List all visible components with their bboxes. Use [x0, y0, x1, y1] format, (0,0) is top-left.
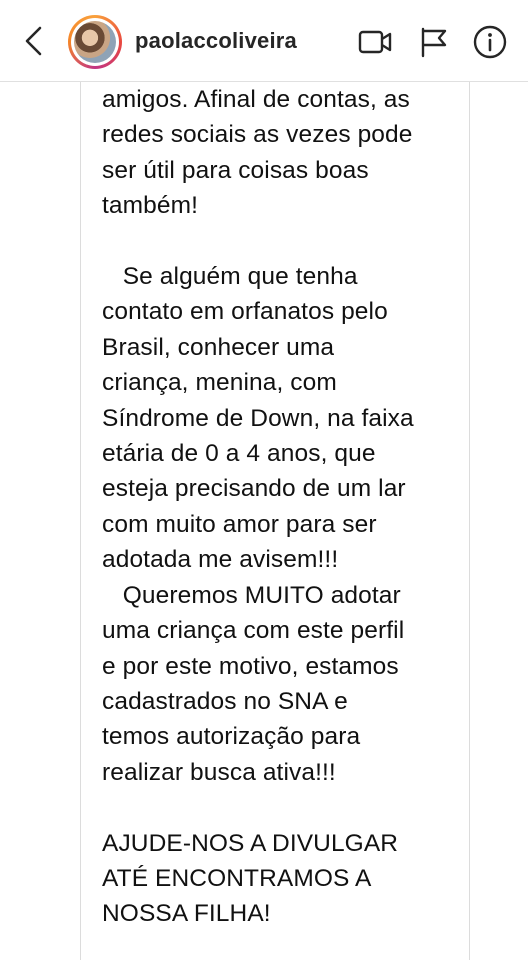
- caption-line: e por este motivo, estamos: [102, 652, 399, 680]
- profile-photo: [74, 21, 116, 63]
- username[interactable]: paolaccoliveira: [135, 28, 297, 54]
- caption-line: Síndrome de Down, na faixa: [102, 404, 414, 432]
- caption-line: uma criança com este perfil: [102, 617, 405, 645]
- caption-line: adotada me avisem!!!: [102, 546, 339, 574]
- caption-line: também!: [102, 192, 199, 220]
- caption-line: esteja precisando de um lar: [102, 475, 406, 503]
- back-chevron-icon[interactable]: [18, 24, 50, 58]
- flag-icon[interactable]: [416, 24, 452, 60]
- caption-line: temos autorização para: [102, 723, 361, 751]
- info-icon[interactable]: [472, 24, 508, 60]
- caption-line: [102, 224, 462, 259]
- avatar[interactable]: [68, 15, 122, 69]
- caption-line: ATÉ ENCONTRAMOS A: [102, 864, 372, 892]
- caption-line: criança, menina, com: [102, 369, 337, 397]
- caption-line: redes sociais as vezes pode: [102, 121, 413, 149]
- caption-line: com muito amor para ser: [102, 510, 377, 538]
- caption-line: realizar busca ativa!!!: [102, 758, 336, 786]
- caption-line: ser útil para coisas boas: [102, 156, 369, 184]
- caption-line: AJUDE-NOS A DIVULGAR: [102, 829, 399, 857]
- post-caption-panel: amigos. Afinal de contas, as redes sociai…: [80, 82, 470, 960]
- post-caption-text: amigos. Afinal de contas, as redes sociai…: [102, 82, 462, 932]
- caption-line: Queremos MUITO adotar: [102, 581, 401, 609]
- caption-line: etária de 0 a 4 anos, que: [102, 440, 376, 468]
- caption-line: amigos. Afinal de contas, as: [102, 86, 410, 113]
- caption-line: cadastrados no SNA e: [102, 687, 348, 715]
- caption-line: Se alguém que tenha: [102, 263, 358, 291]
- video-camera-icon[interactable]: [357, 24, 393, 60]
- caption-line: NOSSA FILHA!: [102, 900, 271, 928]
- caption-line: Brasil, conhecer uma: [102, 333, 335, 361]
- top-bar: paolaccoliveira: [0, 0, 528, 82]
- caption-line: [102, 790, 462, 825]
- caption-line: contato em orfanatos pelo: [102, 298, 388, 326]
